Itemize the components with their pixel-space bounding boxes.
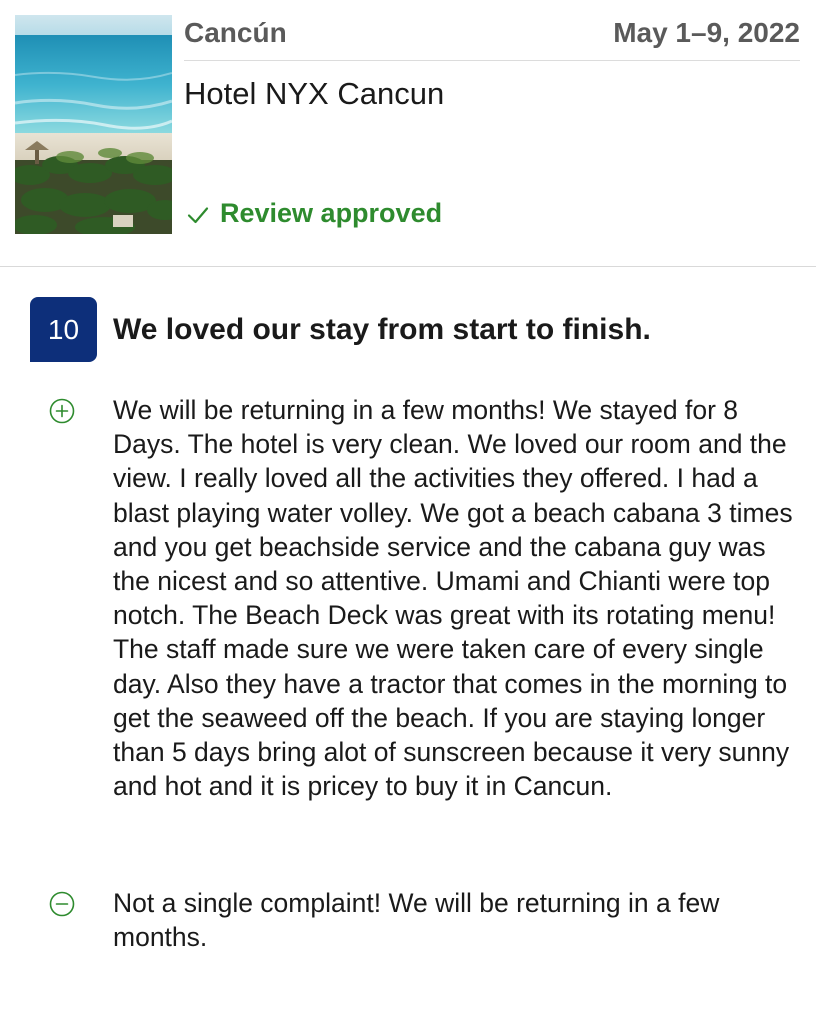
plus-circle-icon — [49, 398, 75, 424]
review-status-label: Review approved — [220, 198, 443, 228]
location-label: Cancún — [184, 17, 287, 48]
check-icon — [186, 201, 210, 225]
review-positive-text: We will be returning in a few months! We… — [113, 395, 793, 802]
stay-dates: May 1–9, 2022 — [613, 17, 800, 48]
header-divider — [184, 60, 800, 61]
review-score-badge: 10 — [30, 297, 97, 362]
hotel-thumbnail[interactable] — [15, 15, 172, 234]
booking-header: Cancún May 1–9, 2022 Hotel NYX Cancun Re… — [0, 0, 816, 266]
section-divider — [0, 266, 816, 267]
review-negative-text: Not a single complaint! We will be retur… — [113, 888, 720, 953]
review-title: We loved our stay from start to finish. — [113, 313, 651, 346]
hotel-name[interactable]: Hotel NYX Cancun — [184, 75, 444, 113]
minus-circle-icon — [49, 891, 75, 917]
review-status: Review approved — [186, 196, 442, 230]
